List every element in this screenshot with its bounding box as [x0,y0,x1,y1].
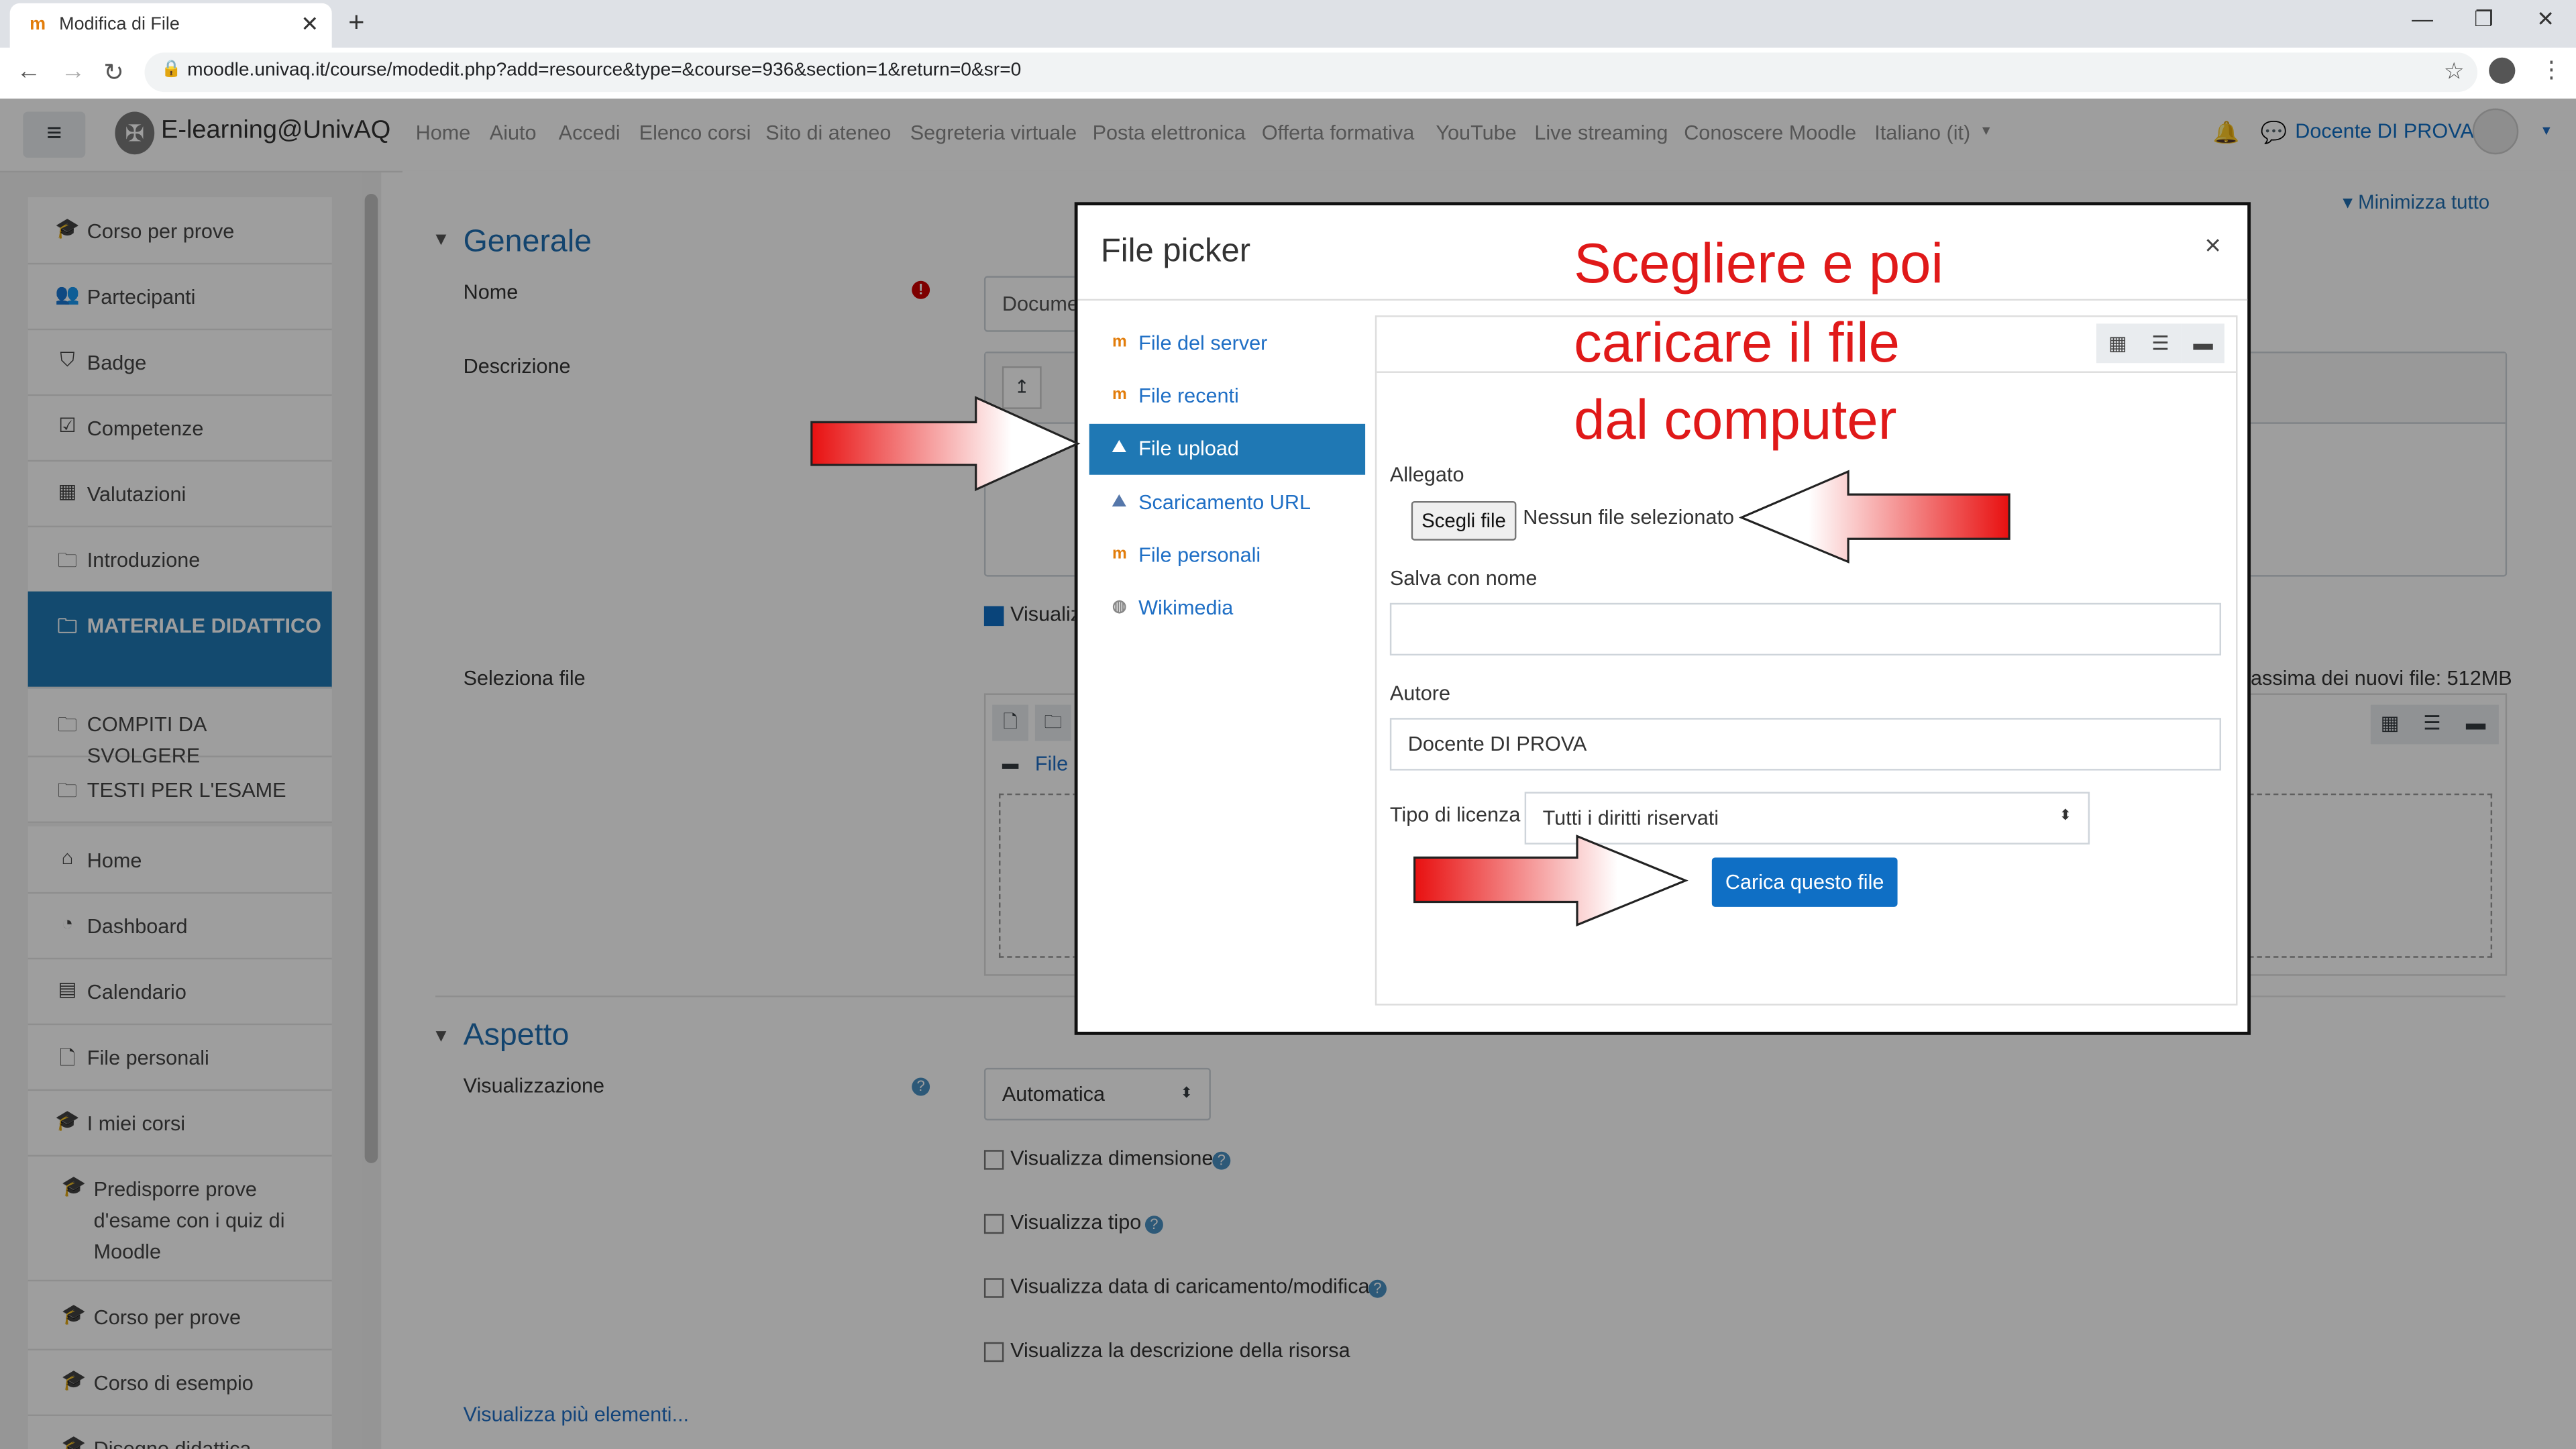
lock-icon: 🔒 [161,60,182,79]
dialog-title: File picker [1100,233,1251,270]
repository-file-upload[interactable]: ⛰ File upload [1089,423,1366,475]
annotation-arrow-left [1738,470,2010,564]
moodle-icon: m [1112,545,1127,564]
annotation-text: Scegliere e poi caricare il file dal com… [1574,227,2231,461]
browser-toolbar: ← → ↻ 🔒 moodle.univaq.it/course/modedit.… [0,48,2576,101]
save-as-label: Salva con nome [1389,566,1538,590]
wikimedia-icon: ◍ [1112,598,1127,616]
attachment-label: Allegato [1389,463,1464,486]
license-value: Tutti i diritti riservati [1542,806,1719,830]
select-arrows-icon: ⬍ [2059,806,2072,823]
save-as-input[interactable] [1389,602,2222,656]
upload-file-button[interactable]: Carica questo file [1711,857,1898,907]
author-value: Docente DI PROVA [1407,733,1587,756]
close-tab-icon[interactable]: ✕ [301,11,319,38]
repository-file-recenti[interactable]: m File recenti [1089,371,1365,422]
browser-tab[interactable]: m Modifica di File ✕ [9,3,332,48]
star-icon[interactable]: ☆ [2444,58,2465,86]
repository-wikimedia[interactable]: ◍ Wikimedia [1089,583,1365,634]
annotation-arrow-right-2 [1413,835,1688,927]
moodle-icon: m [1112,386,1127,405]
annotation-line: dal computer [1574,389,1897,452]
annotation-arrow-right-1 [810,396,1081,492]
repository-file-del-server[interactable]: m File del server [1089,319,1365,370]
author-input[interactable]: Docente DI PROVA [1389,718,2222,771]
forward-icon[interactable]: → [61,58,86,86]
reload-icon[interactable]: ↻ [103,58,124,87]
download-icon: ⛰ [1112,492,1126,511]
back-icon[interactable]: ← [16,58,41,86]
browser-tabstrip: m Modifica di File ✕ + — ❐ ✕ [0,0,2576,48]
profile-icon[interactable] [2489,57,2516,84]
close-window-icon[interactable]: ✕ [2536,7,2555,33]
annotation-line: caricare il file [1574,311,1900,374]
choose-file-button[interactable]: Scegli file [1411,500,1517,541]
moodle-icon: m [1112,333,1127,352]
screenshot-root: m Modifica di File ✕ + — ❐ ✕ ← → ↻ 🔒 moo… [0,0,2576,1449]
moodle-icon: m [30,15,46,35]
browser-menu-icon[interactable]: ⋮ [2540,56,2563,84]
url-text: moodle.univaq.it/course/modedit.php?add=… [187,60,1022,81]
repository-scaricamento-url[interactable]: ⛰ Scaricamento URL [1089,478,1365,529]
restore-icon[interactable]: ❐ [2474,7,2493,33]
author-label: Autore [1389,682,1451,705]
tab-title: Modifica di File [59,15,180,35]
annotation-line: Scegliere e poi [1574,233,1943,296]
license-label: Tipo di licenza [1389,803,1521,826]
repository-file-personali[interactable]: m File personali [1089,531,1365,582]
minimize-icon[interactable]: — [2412,7,2433,32]
upload-icon: ⛰ [1112,438,1126,457]
new-tab-icon[interactable]: + [348,7,364,40]
no-file-selected-text: Nessun file selezionato [1523,506,1735,529]
address-bar[interactable]: 🔒 moodle.univaq.it/course/modedit.php?ad… [144,52,2478,93]
